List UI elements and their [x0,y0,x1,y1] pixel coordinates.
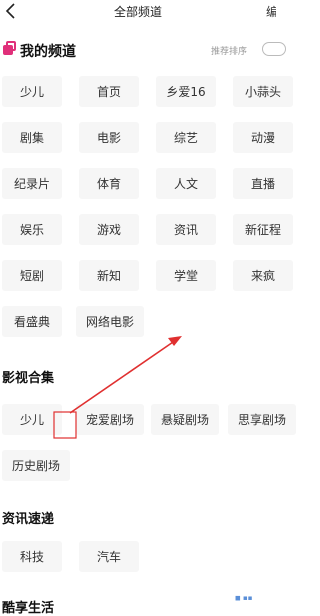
annotation-line [69,339,177,414]
collection-chip[interactable]: 宠爱剧场 [76,404,144,435]
channel-chip[interactable]: 游戏 [79,214,139,245]
channel-chip[interactable]: 短剧 [2,260,62,291]
channel-chip[interactable]: 新知 [79,260,139,291]
channel-chip[interactable]: 少儿 [2,76,62,107]
sort-hint: 推荐排序 [211,47,248,57]
collection-chip[interactable]: 思享剧场 [228,404,296,435]
channel-chip[interactable]: 综艺 [156,122,216,153]
collection-chip[interactable]: 少儿 [2,404,62,435]
channel-chip[interactable]: 学堂 [156,260,216,291]
channel-chip[interactable]: 看盛典 [2,306,62,337]
news-express-title: 资讯速递 [2,512,55,527]
channel-chip[interactable]: 剧集 [2,122,62,153]
film-collection-title: 影视合集 [2,371,55,386]
channel-chip[interactable]: 乡爱16 [156,76,216,107]
news-chip[interactable]: 汽车 [79,541,139,572]
channel-chip[interactable]: 新征程 [233,214,293,245]
cool-life-title: 酷享生活 [2,601,55,616]
annotation-arrowhead [168,336,182,346]
collection-chip[interactable]: 历史剧场 [2,450,70,481]
top-bar: 全部频道 编辑 [0,0,276,24]
channel-chip[interactable]: 纪录片 [2,168,62,199]
edit-button[interactable]: 编辑 [266,3,276,20]
channel-chip[interactable]: 资讯 [156,214,216,245]
channel-chip[interactable]: 小蒜头 [233,76,293,107]
channel-chip[interactable]: 动漫 [233,122,293,153]
news-chip[interactable]: 科技 [2,541,62,572]
channel-chip[interactable]: 直播 [233,168,293,199]
channel-chip[interactable]: 娱乐 [2,214,62,245]
my-channels-title: 我的频道 [20,44,76,60]
channel-chip[interactable]: 来疯 [233,260,293,291]
channel-chip[interactable]: 体育 [79,168,139,199]
collection-chip[interactable]: 悬疑剧场 [151,404,219,435]
channel-chip[interactable]: 电影 [79,122,139,153]
page-title: 全部频道 [113,5,162,19]
channel-stack-icon [3,41,17,55]
channel-chip[interactable]: 人文 [156,168,216,199]
sort-toggle[interactable] [262,42,286,56]
channel-chip[interactable]: 网络电影 [76,306,144,337]
my-channels-header: 我的频道 推荐排序 [0,38,286,62]
channel-chip[interactable]: 首页 [79,76,139,107]
watermark: ◼ ▪▪ [235,594,253,602]
